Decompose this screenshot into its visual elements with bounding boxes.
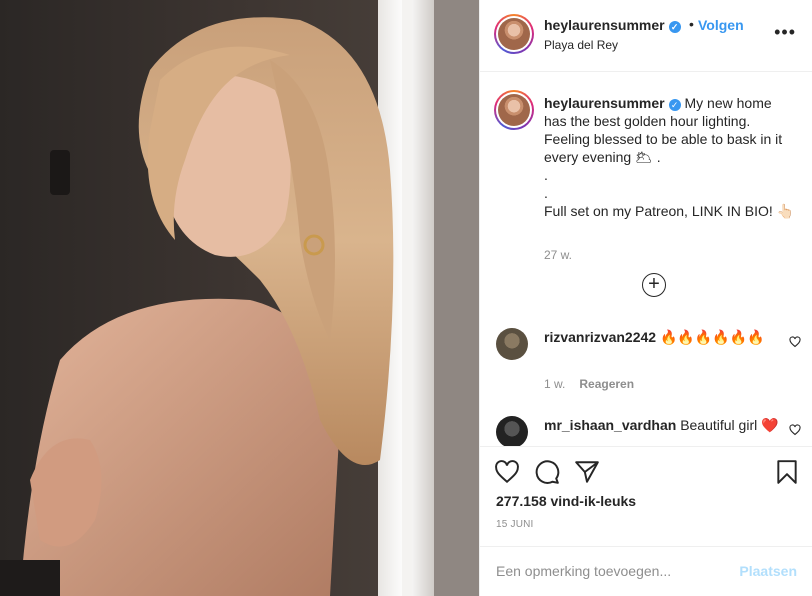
comment-text: mr_ishaan_vardhan Beautiful girl ❤️ [544, 416, 779, 434]
author-avatar[interactable] [494, 14, 534, 54]
photo-illustration [0, 0, 479, 596]
post-photo[interactable] [0, 0, 479, 596]
caption-line-4: Full set on my Patreon, LINK IN BIO! 👆🏻 [544, 203, 795, 219]
comment-body: 🔥🔥🔥🔥🔥🔥 [659, 329, 765, 345]
caption-line-2: . [544, 167, 548, 183]
commenter-username[interactable]: mr_ishaan_vardhan [544, 417, 676, 433]
follow-button[interactable]: Volgen [698, 17, 744, 33]
comments-list[interactable]: heylaurensummer ✓ My new home has the bes… [480, 72, 812, 446]
add-comment-bar: Plaatsen [480, 546, 812, 596]
caption-timestamp[interactable]: 27 w. [544, 248, 572, 262]
load-more-comments-button[interactable]: + [642, 273, 666, 297]
likes-count[interactable]: 277.158 vind-ik-leuks [496, 493, 636, 509]
reply-button[interactable]: Reageren [579, 377, 634, 391]
verified-badge-icon: ✓ [668, 21, 681, 33]
commenter-avatar[interactable] [496, 328, 528, 360]
heart-icon[interactable] [494, 459, 520, 485]
comment-like-heart-icon[interactable] [789, 336, 801, 348]
author-username-text[interactable]: heylaurensummer [544, 17, 665, 33]
post-comment-button[interactable]: Plaatsen [739, 563, 797, 579]
comment-text: rizvanrizvan2242 🔥🔥🔥🔥🔥🔥 [544, 328, 779, 346]
post-date[interactable]: 15 JUNI [496, 519, 534, 530]
header-separator: • [689, 16, 694, 32]
caption-avatar[interactable] [494, 90, 534, 130]
bookmark-icon[interactable] [774, 459, 800, 485]
post-actions: 277.158 vind-ik-leuks 15 JUNI [480, 446, 812, 546]
comment-meta: 1 w. Reageren [544, 377, 634, 391]
author-username[interactable]: heylaurensummer ✓ [544, 17, 681, 33]
comment-icon[interactable] [534, 459, 560, 485]
caption-line-3: . [544, 185, 548, 201]
post-detail-panel: heylaurensummer ✓ • Volgen Playa del Rey … [479, 0, 812, 596]
comment-input[interactable] [496, 560, 726, 582]
location-link[interactable]: Playa del Rey [544, 38, 618, 52]
more-options-icon[interactable]: ••• [774, 22, 796, 42]
comment-timestamp[interactable]: 1 w. [544, 377, 565, 391]
commenter-username[interactable]: rizvanrizvan2242 [544, 329, 656, 345]
comment-body: Beautiful girl ❤️ [680, 417, 779, 433]
commenter-avatar[interactable] [496, 416, 528, 446]
caption-username[interactable]: heylaurensummer [544, 95, 665, 111]
post-header: heylaurensummer ✓ • Volgen Playa del Rey … [480, 0, 812, 72]
comment-like-heart-icon[interactable] [789, 424, 801, 436]
verified-badge-icon: ✓ [668, 99, 681, 111]
caption-text: heylaurensummer ✓ My new home has the bes… [544, 94, 796, 220]
share-icon[interactable] [574, 459, 600, 485]
